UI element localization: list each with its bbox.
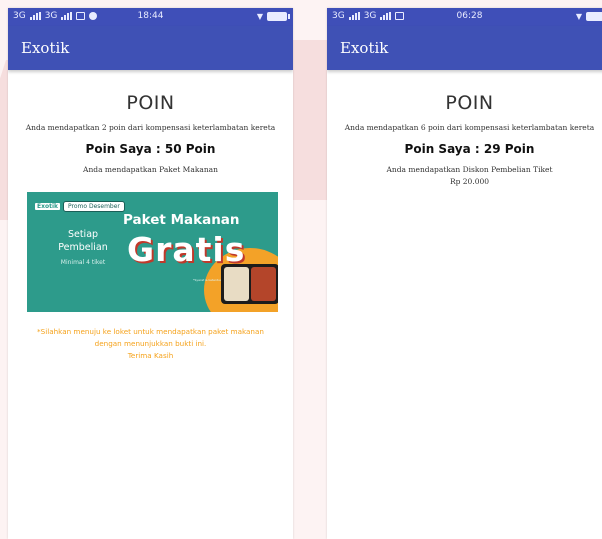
points-balance: Poin Saya : 29 Poin [404, 142, 535, 156]
promo-banner: Exotik Promo Desember Setiap Pembelian M… [27, 192, 278, 312]
notice-line: dengan menunjukkan bukti ini. [94, 339, 207, 348]
status-bar: 3G 3G 06:28 ▼ [327, 8, 602, 26]
wifi-icon: ▼ [575, 12, 582, 21]
battery-icon [267, 12, 290, 21]
brand-logo: Exotik [35, 203, 61, 210]
promo-headline: Paket Makanan [123, 212, 240, 228]
battery-icon [586, 12, 602, 21]
page-title: POIN [445, 92, 494, 114]
redeem-notice: *Silahkan menuju ke loket untuk mendapat… [8, 326, 293, 362]
food-rice [224, 267, 249, 301]
page-title: POIN [126, 92, 175, 114]
wifi-icon: ▼ [256, 12, 263, 21]
discount-amount: Rp 20.000 [449, 177, 490, 186]
reward-text: Anda mendapatkan Diskon Pembelian Tiket [386, 165, 553, 174]
phone-screen-left: 3G 3G 18:44 ▼ Exotik POIN Anda mendapatk… [8, 8, 293, 539]
points-content: POIN Anda mendapatkan 2 poin dari kompen… [8, 92, 293, 362]
promo-setiap: Setiap Pembelian [43, 228, 123, 254]
points-content: POIN Anda mendapatkan 6 poin dari kompen… [327, 92, 602, 186]
status-time: 06:28 [456, 11, 483, 21]
promo-brand: Exotik Promo Desember [35, 201, 125, 212]
points-balance: Poin Saya : 50 Poin [85, 142, 216, 156]
notice-line: *Silahkan menuju ke loket untuk mendapat… [37, 327, 264, 336]
status-time: 18:44 [137, 11, 164, 21]
promo-pembelian-word: Pembelian [58, 242, 108, 253]
reward-text: Anda mendapatkan Paket Makanan [83, 165, 218, 174]
app-bar: Exotik [327, 26, 602, 70]
compensation-text: Anda mendapatkan 2 poin dari kompensasi … [25, 123, 276, 132]
promo-tag: Promo Desember [63, 201, 125, 212]
status-bar: 3G 3G 18:44 ▼ [8, 8, 293, 26]
app-title: Exotik [340, 39, 389, 57]
compensation-text: Anda mendapatkan 6 poin dari kompensasi … [344, 123, 595, 132]
promo-setiap-word: Setiap [67, 229, 99, 240]
food-box-image [221, 264, 278, 304]
phone-screen-right: 3G 3G 06:28 ▼ Exotik POIN Anda mendapatk… [327, 8, 602, 539]
notice-thanks: Terima Kasih [127, 351, 174, 360]
app-bar: Exotik [8, 26, 293, 70]
promo-minimal: Minimal 4 tiket [60, 259, 106, 266]
food-dish [251, 267, 276, 301]
app-title: Exotik [21, 39, 70, 57]
